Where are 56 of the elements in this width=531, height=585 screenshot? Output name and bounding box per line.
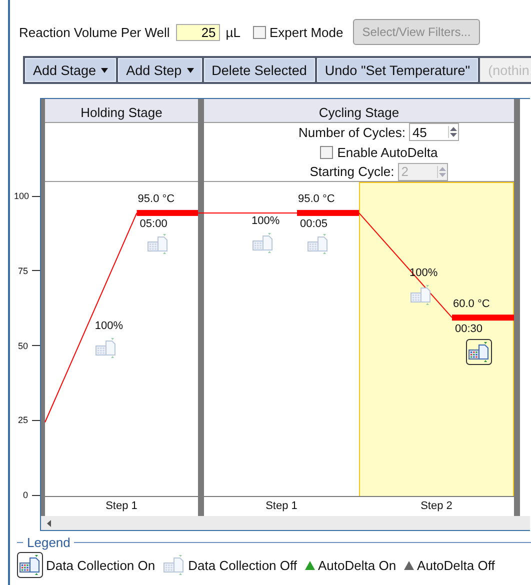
ramp-rate-label[interactable]: 100% <box>94 320 124 332</box>
data-collection-off-icon[interactable] <box>163 555 186 575</box>
autodelta-label: Enable AutoDelta <box>337 144 438 160</box>
legend-label: AutoDelta On <box>318 558 396 572</box>
reaction-volume-label: Reaction Volume Per Well <box>19 24 170 40</box>
cycles-spinner[interactable]: 45 <box>409 123 460 142</box>
data-collection-off-icon[interactable] <box>410 285 432 306</box>
reaction-volume-field[interactable]: 25 <box>176 24 220 40</box>
hold-time-label[interactable]: 00:30 <box>455 322 483 335</box>
step-label: Step 1 <box>266 500 298 512</box>
triangle-icon <box>305 560 315 570</box>
data-collection-off-icon[interactable] <box>252 232 274 253</box>
axis-tick-label: 0 <box>22 490 28 500</box>
hold-temperature-bar[interactable] <box>452 314 514 321</box>
dropdown-button[interactable]: Add Stage <box>25 58 116 82</box>
data-collection-on-icon[interactable] <box>17 552 43 578</box>
legend-label: Data Collection On <box>46 558 156 572</box>
toolbar-button[interactable]: Delete Selected <box>204 58 315 82</box>
axis-tick-label: 25 <box>16 415 28 426</box>
toolbar-button[interactable]: Undo "Set Temperature" <box>316 58 478 82</box>
expert-mode-checkbox[interactable] <box>252 26 266 38</box>
hold-time-label[interactable]: 05:00 <box>140 218 168 230</box>
hold-time-label[interactable]: 00:05 <box>300 218 328 230</box>
spin-up-icon[interactable] <box>449 126 458 132</box>
legend-title: Legend <box>26 535 72 550</box>
step-label: Step 2 <box>420 500 452 512</box>
hold-temperature-bar[interactable] <box>297 210 359 216</box>
axis-tick-label: 50 <box>16 340 28 350</box>
stage-header: Holding Stage <box>45 99 198 123</box>
step-label: Step 1 <box>106 500 138 512</box>
temperature-label[interactable]: 95.0 °C <box>298 192 335 205</box>
caret-icon <box>101 68 108 72</box>
data-collection-off-icon[interactable] <box>307 234 329 254</box>
triangle-icon <box>404 560 414 570</box>
legend-label: AutoDelta Off <box>417 558 495 572</box>
unit-label: µL <box>226 24 241 40</box>
axis-tick-label: 75 <box>16 266 28 276</box>
hold-temperature-bar[interactable] <box>136 210 198 216</box>
horizontal-scrollbar[interactable] <box>41 516 530 530</box>
caret-icon <box>186 68 194 72</box>
autodelta-checkbox[interactable] <box>320 146 334 158</box>
stage-header: Cycling Stage <box>204 99 514 123</box>
dropdown-button[interactable]: Add Step <box>118 58 202 82</box>
data-collection-off-icon[interactable] <box>94 338 117 358</box>
expert-mode-label: Expert Mode <box>270 24 344 40</box>
legend-label: Data Collection Off <box>188 558 297 572</box>
scroll-left-icon[interactable] <box>47 520 52 526</box>
cycles-label: Number of Cycles: <box>298 124 406 140</box>
temperature-label[interactable]: 60.0 °C <box>453 298 490 310</box>
ramp-rate-label[interactable]: 100% <box>252 214 280 227</box>
spin-down-icon[interactable] <box>449 132 458 138</box>
starting-cycle-label: Starting Cycle: <box>310 164 394 180</box>
axis-tick-label: 100 <box>14 191 28 201</box>
data-collection-on-icon[interactable] <box>466 338 492 365</box>
data-collection-off-icon[interactable] <box>146 234 169 254</box>
temperature-label[interactable]: 95.0 °C <box>138 192 175 205</box>
